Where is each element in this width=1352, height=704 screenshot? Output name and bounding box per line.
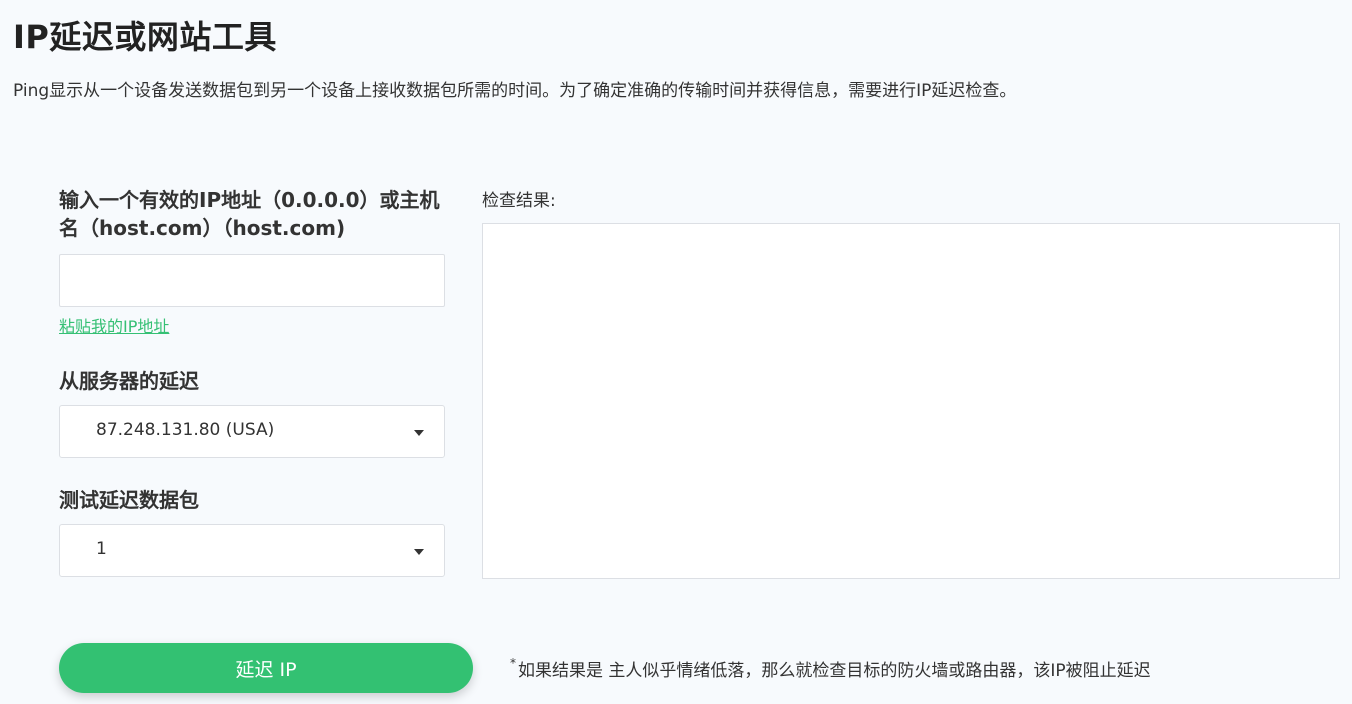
packets-select[interactable]: 1 [59, 524, 445, 577]
chevron-down-icon [414, 549, 424, 555]
paste-my-ip-link[interactable]: 粘贴我的IP地址 [59, 313, 169, 337]
results-label: 检查结果: [482, 191, 556, 211]
results-output[interactable] [482, 223, 1340, 579]
server-select[interactable]: 87.248.131.80 (USA) [59, 405, 445, 458]
server-select-value: 87.248.131.80 (USA) [96, 420, 275, 440]
ping-ip-button[interactable]: 延迟 IP [59, 643, 473, 693]
ping-tool-page: IP延迟或网站工具 Ping显示从一个设备发送数据包到另一个设备上接收数据包所需… [0, 0, 1352, 704]
results-panel: 检查结果: [482, 186, 1340, 579]
note-asterisk: * [510, 656, 516, 670]
page-title: IP延迟或网站工具 [13, 18, 277, 56]
packets-select-label: 测试延迟数据包 [59, 488, 199, 512]
note-text: 如果结果是 主人似乎情绪低落，那么就检查目标的防火墙或路由器，该IP被阻止延迟 [518, 661, 1151, 681]
host-input[interactable] [59, 254, 445, 307]
host-input-label: 输入一个有效的IP地址（0.0.0.0）或主机名（host.com）（host.… [59, 188, 440, 240]
firewall-note: * 如果结果是 主人似乎情绪低落，那么就检查目标的防火墙或路由器，该IP被阻止延迟 [510, 656, 1151, 681]
server-select-label: 从服务器的延迟 [59, 369, 199, 393]
page-description: Ping显示从一个设备发送数据包到另一个设备上接收数据包所需的时间。为了确定准确… [13, 81, 1017, 101]
ping-form: 输入一个有效的IP地址（0.0.0.0）或主机名（host.com）（host.… [59, 186, 445, 577]
packets-select-value: 1 [96, 539, 107, 559]
chevron-down-icon [414, 430, 424, 436]
